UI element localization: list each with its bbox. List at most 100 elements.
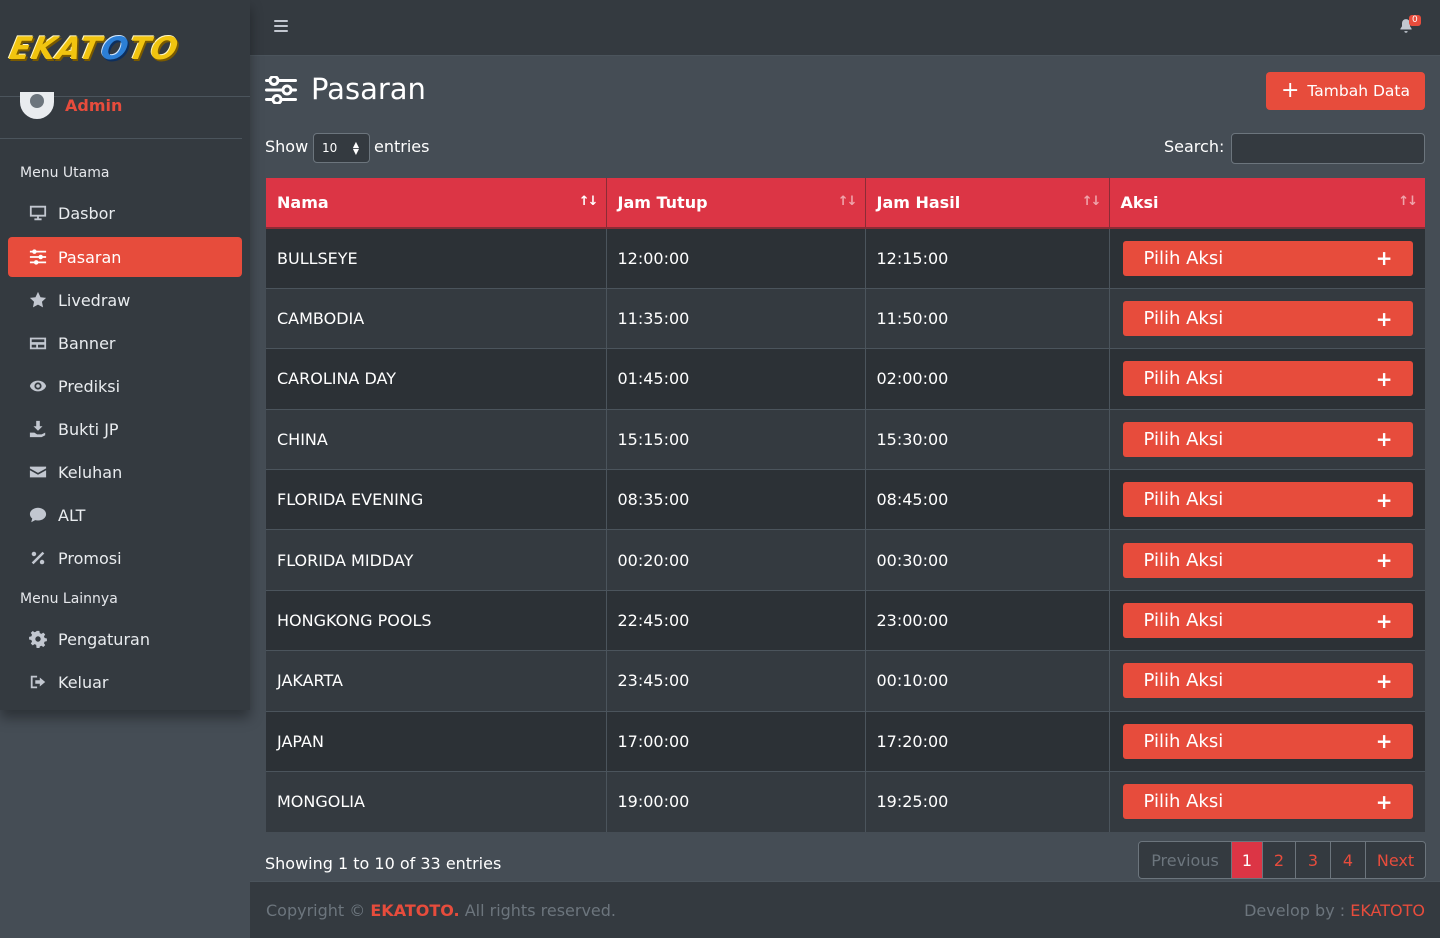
pilih-aksi-button[interactable]: Pilih Aksi +	[1122, 603, 1413, 639]
table-row: FLORIDA MIDDAY 00:20:00 00:30:00 Pilih Aksi…	[266, 529, 1425, 591]
pilih-aksi-button[interactable]: Pilih Aksi +	[1122, 361, 1413, 397]
percent-icon	[28, 548, 48, 568]
cell-jam-hasil: 11:50:00	[865, 287, 1110, 349]
sidebar-item-bukti-jp[interactable]: Bukti JP	[8, 409, 242, 449]
search-input[interactable]	[1231, 133, 1425, 164]
cell-nama: JAKARTA	[266, 650, 607, 712]
avatar[interactable]	[20, 92, 54, 119]
sidebar-item-alt[interactable]: ALT	[8, 495, 242, 535]
pagination-page-2[interactable]: 2	[1262, 842, 1295, 878]
select-arrows-icon: ▲ ▼	[352, 140, 359, 156]
table-row: CAROLINA DAY 01:45:00 02:00:00 Pilih Aksi +	[266, 348, 1425, 410]
user-panel[interactable]: Admin	[0, 92, 242, 139]
cell-nama: HONGKONG POOLS	[266, 589, 607, 651]
pilih-aksi-label: Pilih Aksi	[1143, 428, 1224, 450]
pilih-aksi-button[interactable]: Pilih Aksi +	[1122, 482, 1413, 518]
table-row: FLORIDA EVENING 08:35:00 08:45:00 Pilih Aks…	[266, 469, 1425, 530]
pagination-page-3[interactable]: 3	[1295, 842, 1330, 878]
sidebar-item-keluar[interactable]: Keluar	[8, 662, 242, 702]
menu-toggle-icon[interactable]	[274, 20, 288, 34]
pagination: Previous 1 2 3 4 Next	[1138, 841, 1426, 879]
column-header-nama[interactable]: Nama ↑↓	[266, 178, 607, 229]
brand-area[interactable]: EKATOTO	[0, 0, 250, 97]
cell-jam-tutup: 08:35:00	[606, 469, 866, 530]
footer-brand-link[interactable]: EKATOTO.	[370, 901, 459, 920]
cell-nama: FLORIDA MIDDAY	[266, 529, 607, 591]
cell-jam-hasil: 00:10:00	[865, 650, 1110, 712]
cell-aksi: Pilih Aksi +	[1109, 469, 1425, 530]
sidebar-item-label: Pasaran	[58, 247, 122, 267]
pagination-page-1[interactable]: 1	[1231, 842, 1262, 878]
cell-jam-hasil: 23:00:00	[865, 589, 1110, 651]
entries-length-value: 10	[322, 141, 338, 155]
show-label: Show	[265, 137, 309, 156]
cell-jam-hasil: 15:30:00	[865, 408, 1110, 470]
pagination-page-4[interactable]: 4	[1330, 842, 1365, 878]
plus-icon: +	[1375, 427, 1393, 452]
sidebar-item-keluhan[interactable]: Keluhan	[8, 452, 242, 492]
column-header-jam-hasil[interactable]: Jam Hasil ↑↓	[865, 178, 1110, 229]
pilih-aksi-label: Pilih Aksi	[1143, 247, 1224, 269]
star-icon	[28, 290, 48, 310]
pilih-aksi-button[interactable]: Pilih Aksi +	[1122, 663, 1413, 699]
pilih-aksi-button[interactable]: Pilih Aksi +	[1122, 240, 1413, 276]
sidebar-item-promosi[interactable]: Promosi	[8, 538, 242, 578]
sidebar-item-label: Prediksi	[58, 376, 121, 396]
pagination-previous[interactable]: Previous	[1139, 842, 1231, 878]
sidebar-item-dasbor[interactable]: Dasbor	[8, 193, 242, 233]
cell-jam-hasil: 08:45:00	[865, 469, 1110, 530]
pilih-aksi-label: Pilih Aksi	[1143, 489, 1224, 511]
developer-link[interactable]: EKATOTO	[1350, 901, 1425, 920]
cell-nama: BULLSEYE	[266, 227, 607, 289]
cell-jam-hasil: 00:30:00	[865, 529, 1110, 591]
sidebar-item-label: Pengaturan	[58, 629, 150, 649]
pilih-aksi-button[interactable]: Pilih Aksi +	[1122, 723, 1413, 759]
table-info: Showing 1 to 10 of 33 entries	[265, 854, 502, 873]
nav-header-other: Menu Lainnya	[20, 591, 118, 607]
pilih-aksi-button[interactable]: Pilih Aksi +	[1122, 784, 1413, 820]
sort-icon: ↑↓	[578, 194, 599, 209]
table-row: BULLSEYE 12:00:00 12:15:00 Pilih Aksi +	[266, 227, 1425, 289]
cell-aksi: Pilih Aksi +	[1109, 529, 1425, 591]
pilih-aksi-label: Pilih Aksi	[1143, 549, 1224, 571]
footer: Copyright © EKATOTO. All rights reserved…	[250, 881, 1440, 938]
pilih-aksi-label: Pilih Aksi	[1143, 308, 1224, 330]
plus-icon: +	[1375, 246, 1393, 271]
notification-bell[interactable]: 0	[1398, 15, 1421, 37]
brand-logo[interactable]: EKATOTO	[6, 31, 182, 67]
sidebar-item-livedraw[interactable]: Livedraw	[8, 280, 242, 320]
sidebar-item-banner[interactable]: Banner	[8, 323, 242, 363]
cell-jam-tutup: 19:00:00	[606, 771, 866, 832]
sidebar-item-label: Keluhan	[58, 462, 123, 482]
pilih-aksi-label: Pilih Aksi	[1143, 368, 1224, 390]
column-header-jam-tutup[interactable]: Jam Tutup ↑↓	[606, 178, 866, 229]
pilih-aksi-label: Pilih Aksi	[1143, 610, 1224, 632]
cell-jam-tutup: 23:45:00	[606, 650, 866, 712]
table-row: CAMBODIA 11:35:00 11:50:00 Pilih Aksi +	[266, 287, 1425, 349]
sidebar-item-pasaran[interactable]: Pasaran	[8, 237, 242, 277]
cell-jam-hasil: 17:20:00	[865, 710, 1110, 772]
copyright-text: Copyright © EKATOTO. All rights reserved…	[266, 901, 617, 920]
plus-icon: +	[1375, 366, 1393, 391]
pilih-aksi-button[interactable]: Pilih Aksi +	[1122, 542, 1413, 578]
eye-icon	[28, 376, 48, 396]
pilih-aksi-button[interactable]: Pilih Aksi +	[1122, 421, 1413, 457]
cell-jam-tutup: 15:15:00	[606, 408, 866, 470]
cell-aksi: Pilih Aksi +	[1109, 650, 1425, 712]
pagination-next[interactable]: Next	[1365, 842, 1425, 878]
user-name[interactable]: Admin	[65, 96, 122, 115]
plus-icon: +	[1375, 789, 1393, 814]
sidebar-item-pengaturan[interactable]: Pengaturan	[8, 619, 242, 659]
sidebar-item-prediksi[interactable]: Prediksi	[8, 366, 242, 406]
entries-length-select[interactable]: 10 ▲ ▼	[313, 133, 370, 163]
cell-aksi: Pilih Aksi +	[1109, 589, 1425, 651]
add-data-button[interactable]: + Tambah Data	[1266, 72, 1425, 110]
cell-nama: FLORIDA EVENING	[266, 469, 607, 530]
entries-label: entries	[374, 137, 430, 156]
column-header-aksi[interactable]: Aksi ↑↓	[1109, 178, 1425, 229]
sort-icon: ↑↓	[1398, 194, 1418, 209]
notification-badge: 0	[1409, 15, 1421, 26]
page-title: Pasaran	[311, 72, 426, 106]
sidebar-item-label: Livedraw	[58, 290, 131, 310]
pilih-aksi-button[interactable]: Pilih Aksi +	[1122, 301, 1413, 337]
